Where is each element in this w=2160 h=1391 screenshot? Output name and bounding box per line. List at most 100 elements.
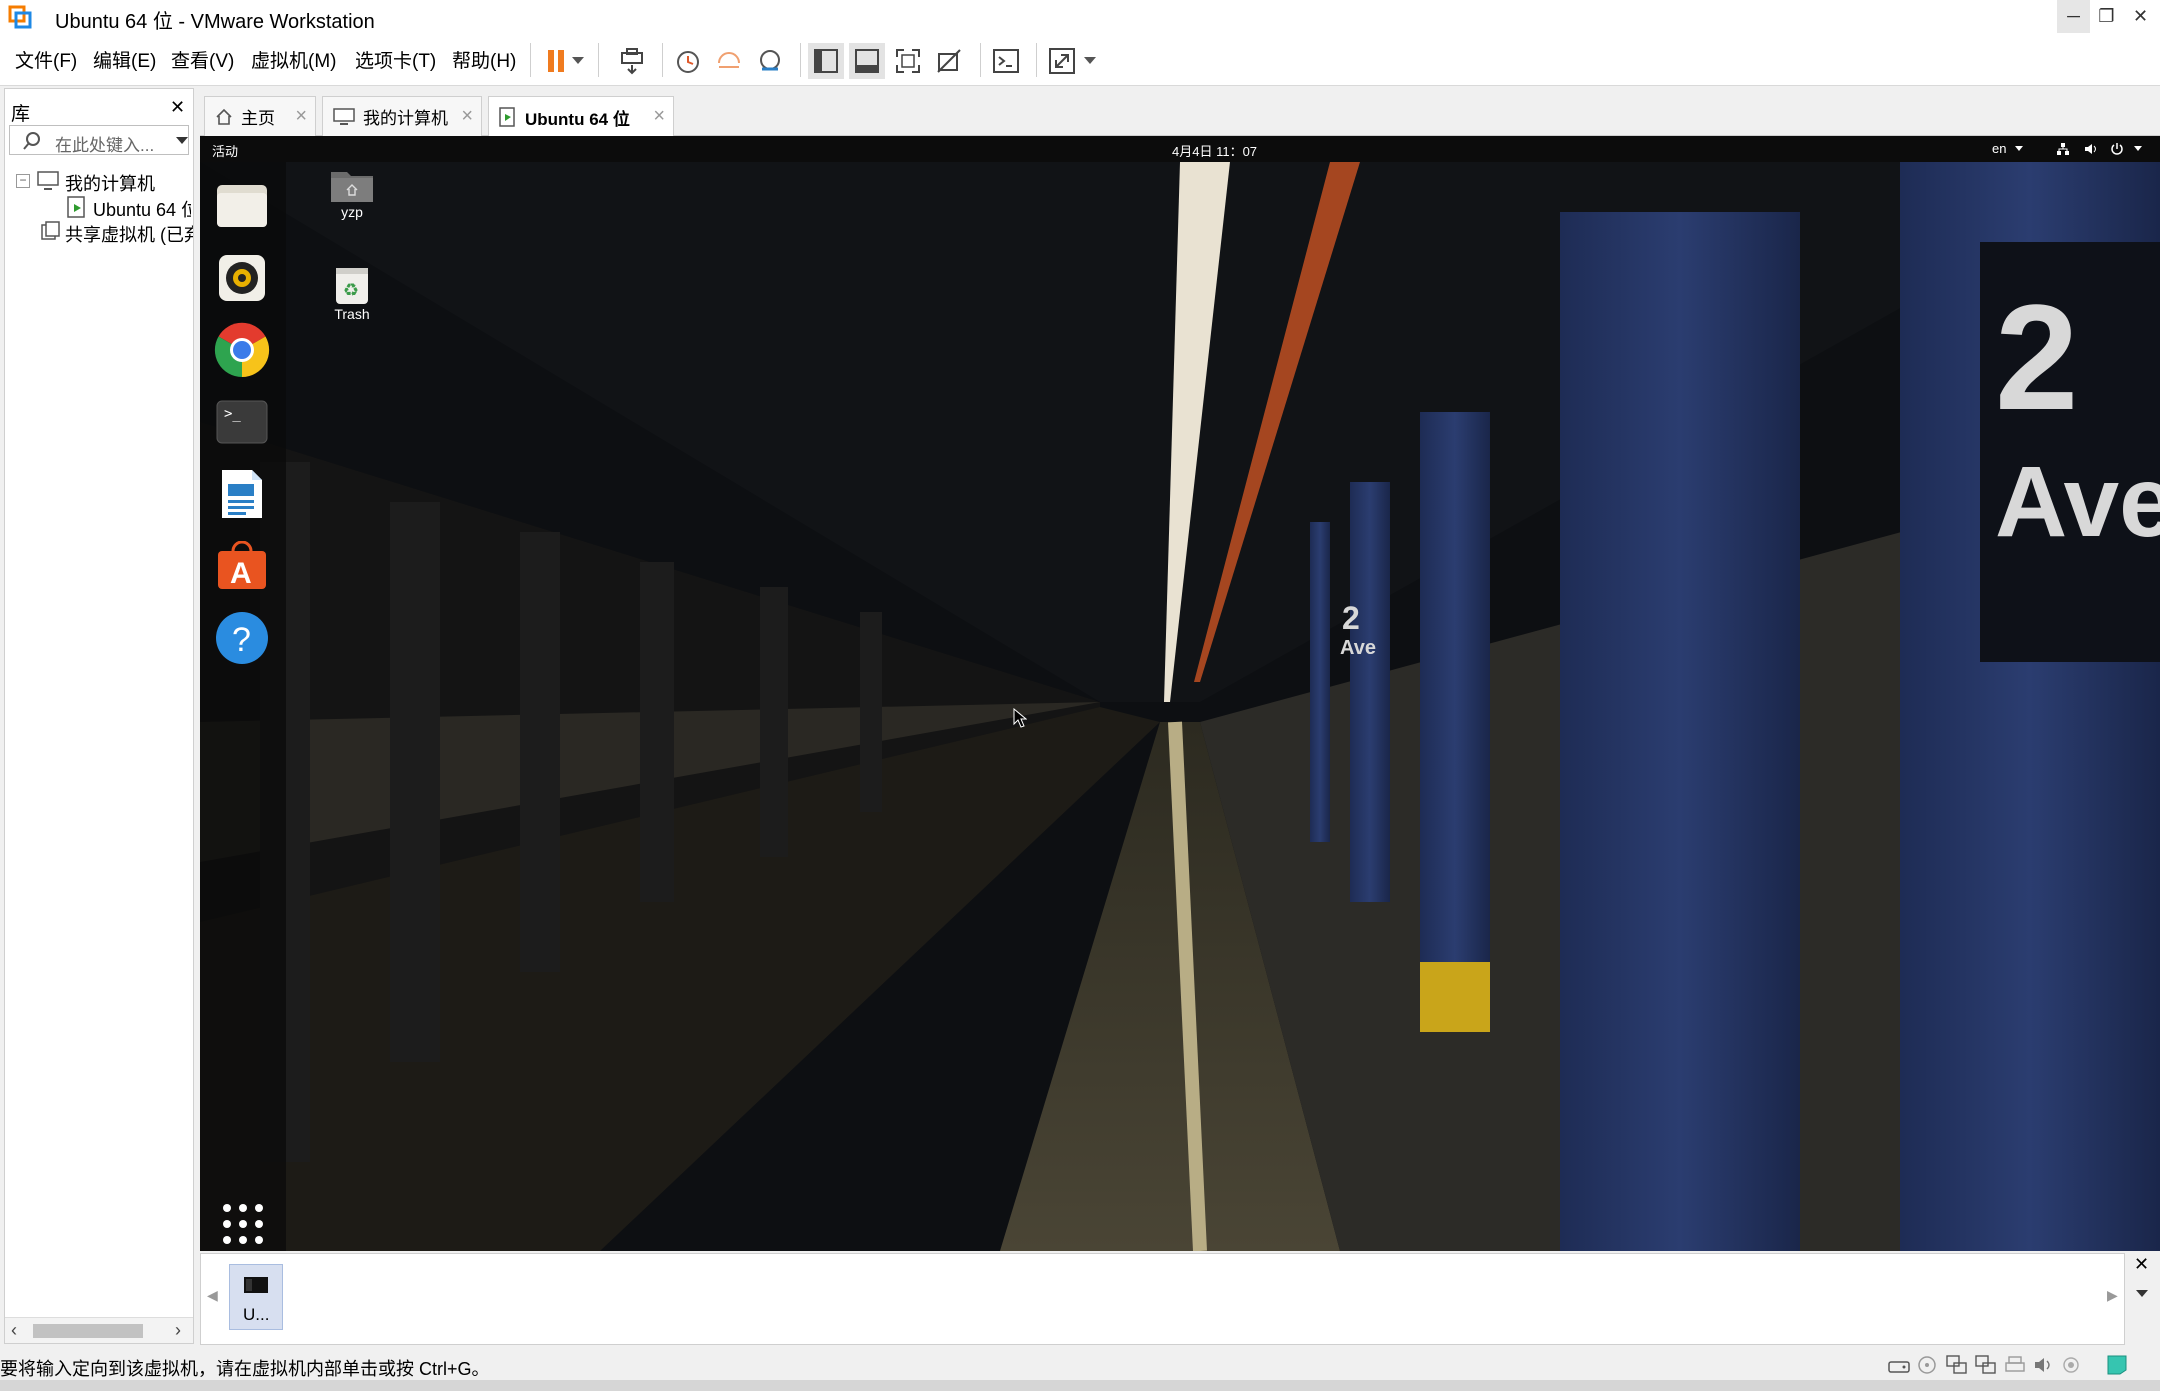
language-indicator[interactable]: en (1992, 141, 2006, 156)
library-search[interactable]: 在此处键入... (9, 125, 189, 155)
dock-rhythmbox[interactable] (212, 248, 272, 308)
snapshot-manager-icon (756, 47, 784, 75)
toolbar-separator (980, 43, 981, 77)
message-icon[interactable] (2106, 1354, 2128, 1376)
printer-icon[interactable] (2005, 1356, 2025, 1374)
wallpaper-sign-street: Ave (1995, 452, 2160, 552)
snapshot-button[interactable] (670, 43, 706, 79)
clock[interactable]: 4月4日 11：07 (1172, 141, 1257, 160)
revert-snapshot-button[interactable] (711, 43, 747, 79)
dock-terminal[interactable]: >_ (212, 392, 272, 452)
vm-thumbnail[interactable]: U... (229, 1264, 283, 1330)
menu-tabs[interactable]: 选项卡(T) (355, 46, 436, 73)
thumb-scroll-left-icon[interactable]: ◀ (207, 1287, 218, 1304)
close-icon[interactable]: × (653, 105, 665, 128)
network-adapter-icon-2[interactable] (1975, 1355, 1997, 1375)
terminal-icon: >_ (216, 400, 268, 444)
network-adapter-icon[interactable] (1946, 1355, 1968, 1375)
vm-thumbnail-label: U... (243, 1305, 270, 1324)
menu-vm[interactable]: 虚拟机(M) (251, 46, 336, 73)
tab-label: 我的计算机 (363, 109, 448, 128)
thumbnail-menu-icon[interactable] (2136, 1290, 2148, 1298)
dock-help[interactable]: ? (212, 608, 272, 668)
library-title: 库 (11, 104, 31, 125)
restore-button[interactable]: ❐ (2090, 0, 2123, 33)
menu-file[interactable]: 文件(F) (15, 46, 77, 73)
desktop-icon-trash[interactable]: ♻ Trash (307, 264, 397, 322)
toolbar-separator (530, 43, 531, 77)
fullscreen-button[interactable] (890, 43, 926, 79)
tab-label: Ubuntu 64 位 (525, 109, 630, 129)
vm-console[interactable]: 活动 4月4日 11：07 en 2 Ave 2 Ave >_ A ? yzp … (200, 136, 2160, 1251)
tree-item-shared-vms[interactable]: 共享虚拟机 (已弃用) (65, 221, 193, 247)
scroll-left-icon[interactable]: ‹ (11, 1320, 17, 1341)
pause-dropdown-button[interactable] (568, 43, 588, 79)
tree-collapse-icon[interactable]: − (16, 174, 30, 188)
svg-text:A: A (230, 557, 252, 590)
show-library-button[interactable] (808, 43, 844, 79)
show-library-icon (813, 48, 839, 74)
dock-chrome[interactable] (212, 320, 272, 380)
software-center-icon: A (215, 541, 269, 591)
hdd-icon[interactable] (1888, 1356, 1910, 1374)
vm-running-icon (67, 196, 87, 218)
minimize-button[interactable]: ─ (2057, 0, 2090, 33)
stretch-button[interactable] (1044, 43, 1080, 79)
search-dropdown-icon[interactable] (176, 137, 188, 145)
status-message: 要将输入定向到该虚拟机，请在虚拟机内部单击或按 Ctrl+G。 (0, 1359, 490, 1379)
toolbar-separator (1036, 43, 1037, 77)
usb-icon[interactable] (2062, 1356, 2080, 1374)
library-scrollbar[interactable]: ‹ › (5, 1317, 193, 1343)
search-input[interactable]: 在此处键入... (55, 131, 154, 156)
desktop-icon-home[interactable]: yzp (307, 166, 397, 220)
computer-icon (333, 107, 355, 126)
tree-item-ubuntu[interactable]: Ubuntu 64 位 (93, 196, 191, 222)
vm-thumbnail-preview-icon (244, 1277, 268, 1293)
unity-button[interactable] (931, 43, 967, 79)
close-thumbnail-bar-button[interactable]: ✕ (2134, 1254, 2149, 1275)
console-view-button[interactable] (988, 43, 1024, 79)
toolbar-separator (598, 43, 599, 77)
ubuntu-dock: >_ A ? (200, 162, 286, 1251)
dock-writer[interactable] (212, 464, 272, 524)
activities-button[interactable]: 活动 (212, 141, 238, 160)
show-apps-button[interactable] (221, 1202, 265, 1246)
show-thumbnail-button[interactable] (849, 43, 885, 79)
dock-software-center[interactable]: A (212, 536, 272, 596)
home-folder-icon (329, 166, 375, 204)
menu-help[interactable]: 帮助(H) (452, 46, 516, 73)
title-bar: Ubuntu 64 位 - VMware Workstation ─ ❐ ✕ (0, 0, 2160, 33)
search-icon (22, 131, 42, 151)
volume-icon[interactable] (2084, 142, 2098, 156)
tree-item-my-computer[interactable]: 我的计算机 (65, 170, 190, 196)
snapshot-manager-button[interactable] (752, 43, 788, 79)
close-icon[interactable]: × (461, 105, 473, 128)
close-library-button[interactable]: ✕ (170, 97, 185, 118)
desktop-wallpaper: 2 Ave 2 Ave (200, 162, 2160, 1251)
power-icon[interactable] (2110, 142, 2124, 156)
dock-files[interactable] (212, 176, 272, 236)
writer-icon (220, 468, 264, 520)
scroll-right-icon[interactable]: › (175, 1320, 181, 1341)
stretch-dropdown-button[interactable] (1080, 43, 1100, 79)
help-icon: ? (215, 611, 269, 665)
close-button[interactable]: ✕ (2124, 0, 2157, 33)
thumbnail-bar: ◀ U... ▶ (200, 1253, 2125, 1345)
shared-vm-icon (41, 221, 61, 241)
menu-view[interactable]: 查看(V) (171, 46, 234, 73)
cd-icon[interactable] (1918, 1356, 1936, 1374)
tab-ubuntu[interactable]: Ubuntu 64 位 × (488, 96, 674, 137)
sound-icon[interactable] (2034, 1356, 2054, 1374)
menu-edit[interactable]: 编辑(E) (93, 46, 156, 73)
svg-text:?: ? (232, 621, 251, 659)
send-ctrl-alt-del-button[interactable] (614, 43, 650, 79)
scrollbar-thumb[interactable] (33, 1324, 143, 1338)
taskbar-edge (0, 1380, 2160, 1391)
pause-icon (545, 48, 567, 74)
network-icon[interactable] (2056, 142, 2070, 156)
tab-home[interactable]: 主页 × (204, 96, 316, 136)
tab-my-computer[interactable]: 我的计算机 × (322, 96, 482, 136)
close-icon[interactable]: × (295, 105, 307, 128)
thumb-scroll-right-icon[interactable]: ▶ (2107, 1287, 2118, 1304)
chrome-icon (214, 322, 270, 378)
